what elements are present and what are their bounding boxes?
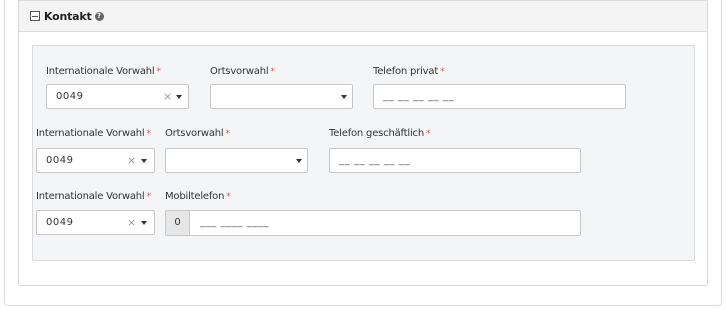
required-marker: * [146,129,151,139]
required-marker: * [226,192,231,202]
area-code-label: Ortsvorwahl * [210,66,275,77]
area-code-select[interactable] [210,84,353,109]
required-marker: * [225,129,230,139]
international-code-select[interactable]: 0049 × [36,210,155,235]
area-code-select[interactable] [165,148,308,173]
international-code-label: Internationale Vorwahl * [36,191,151,202]
kontakt-section: Kontakt ? Internationale Vorwahl * 0049 ×… [18,0,708,286]
clear-icon[interactable]: × [127,154,136,167]
required-marker: * [425,129,431,139]
international-code-value: 0049 [56,91,84,102]
minus-square-icon[interactable] [30,11,40,21]
caret-down-icon[interactable] [141,221,147,225]
phone-private-placeholder: __ __ __ __ __ [383,91,455,102]
required-marker: * [156,67,161,77]
mobile-label: Mobiltelefon * [165,191,231,202]
required-marker: * [146,192,151,202]
area-code-label: Ortsvorwahl * [165,128,230,139]
clear-icon[interactable]: × [163,90,172,103]
mobile-input-group: 0 ___ ____ ____ [165,210,581,236]
mobile-placeholder: ___ ____ ____ [200,217,270,228]
required-marker: * [440,67,445,77]
phone-private-input[interactable]: __ __ __ __ __ [373,84,626,109]
international-code-select[interactable]: 0049 × [36,148,155,173]
section-title: Kontakt [44,9,92,23]
contact-fields-box: Internationale Vorwahl * 0049 × Ortsvorwa… [32,45,695,261]
international-code-value: 0049 [46,217,74,228]
required-marker: * [270,67,275,77]
international-code-label: Internationale Vorwahl * [46,66,161,77]
phone-private-label: Telefon privat * [373,66,445,77]
question-circle-icon[interactable]: ? [94,11,104,21]
phone-business-placeholder: __ __ __ __ __ [339,155,411,166]
mobile-input[interactable]: ___ ____ ____ [189,210,581,236]
caret-down-icon[interactable] [176,95,182,99]
caret-down-icon[interactable] [296,159,302,163]
caret-down-icon[interactable] [141,159,147,163]
international-code-select[interactable]: 0049 × [46,84,189,109]
international-code-value: 0049 [46,155,74,166]
section-header[interactable]: Kontakt ? [19,0,707,32]
phone-business-label: Telefon geschäftlich * [329,128,431,139]
international-code-label: Internationale Vorwahl * [36,128,151,139]
phone-business-input[interactable]: __ __ __ __ __ [329,148,581,173]
mobile-prefix: 0 [165,210,189,236]
caret-down-icon[interactable] [341,95,347,99]
clear-icon[interactable]: × [127,216,136,229]
